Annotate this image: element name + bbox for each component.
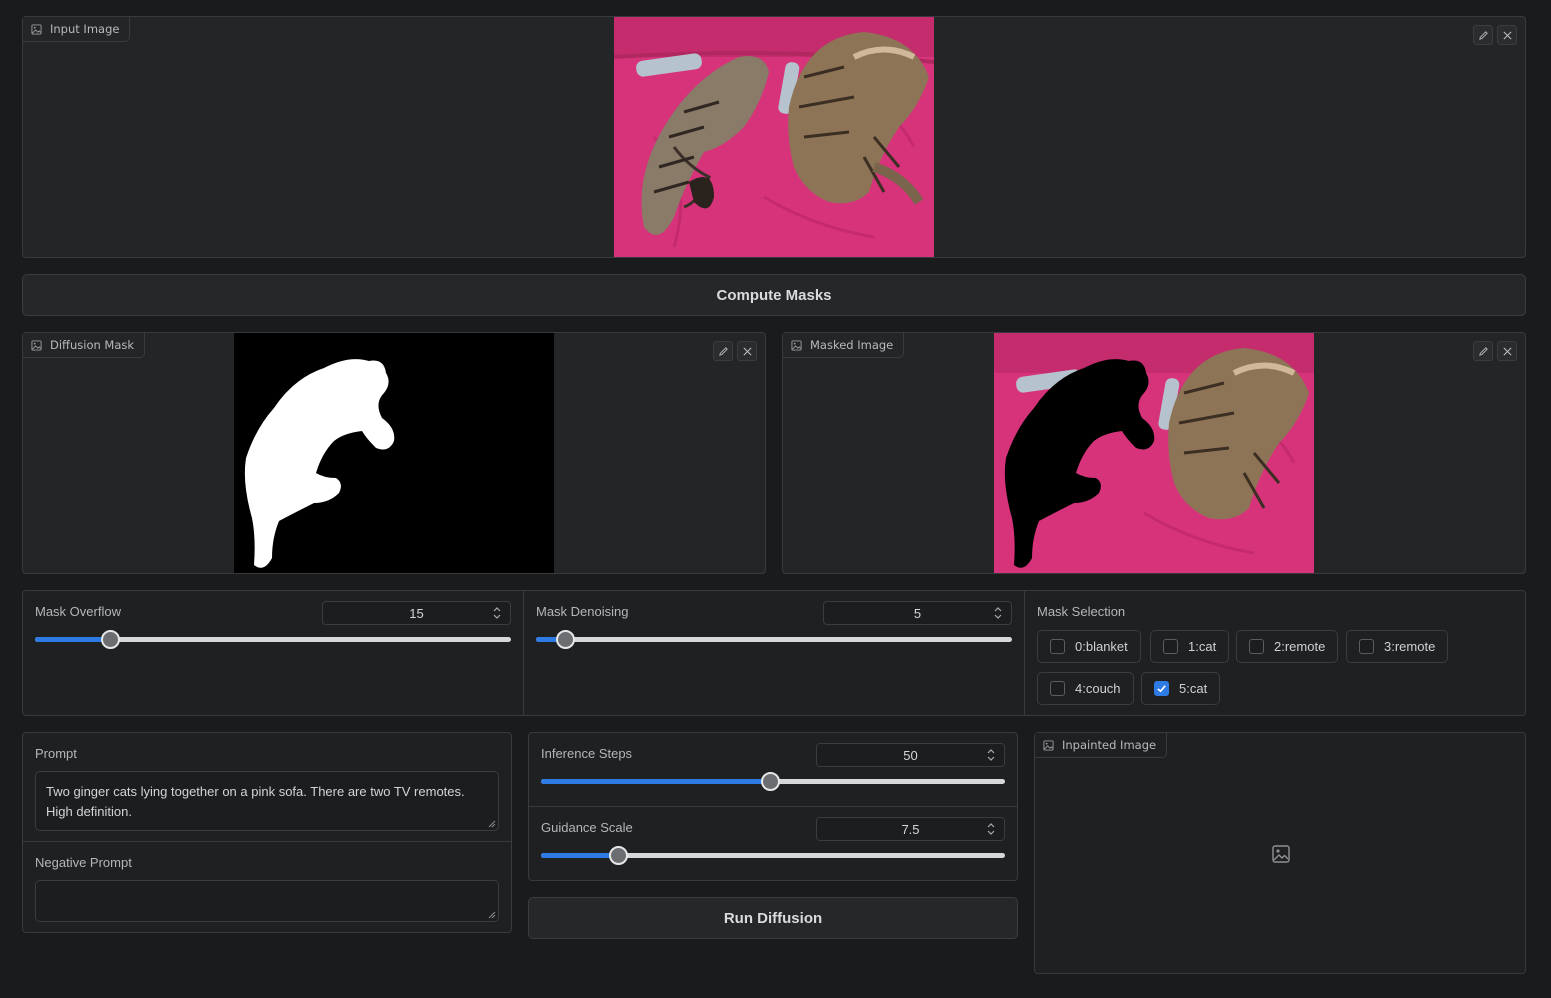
checkbox[interactable] — [1050, 681, 1065, 696]
mask-option-label: 2:remote — [1274, 639, 1326, 654]
edit-icon[interactable] — [713, 341, 733, 361]
mask-overflow-input[interactable]: 15 — [322, 601, 511, 625]
mask-option-2-remote[interactable]: 2:remote — [1236, 630, 1339, 663]
input-image-label: Input Image — [23, 17, 131, 42]
diffusion-mask-label-text: Diffusion Mask — [50, 338, 135, 352]
inference-steps-slider[interactable] — [541, 772, 1005, 791]
guidance-scale-value: 7.5 — [901, 821, 920, 837]
mask-option-label: 3:remote — [1384, 639, 1436, 654]
inpainted-image-label-text: Inpainted Image — [1062, 738, 1157, 752]
mask-photo — [234, 333, 554, 573]
mask-controls-panel: Mask Overflow 15 Mask Denoising 5 Mask S… — [22, 590, 1526, 716]
spinner-icon[interactable] — [986, 748, 996, 762]
mask-denoising-value: 5 — [913, 605, 922, 621]
diffusion-mask-panel[interactable]: Diffusion Mask — [22, 332, 766, 574]
negative-prompt-textarea[interactable] — [35, 880, 499, 922]
checkbox[interactable] — [1359, 639, 1374, 654]
prompt-panel: Prompt Two ginger cats lying together on… — [22, 732, 512, 933]
guidance-scale-label: Guidance Scale — [541, 820, 633, 835]
inference-steps-label: Inference Steps — [541, 746, 633, 761]
inference-steps-value: 50 — [903, 747, 918, 763]
image-icon — [791, 339, 802, 351]
image-icon — [31, 23, 42, 35]
close-icon[interactable] — [737, 341, 757, 361]
prompt-value: Two ginger cats lying together on a pink… — [46, 784, 465, 819]
mask-option-5-cat[interactable]: 5:cat — [1141, 672, 1221, 705]
close-icon[interactable] — [1497, 341, 1517, 361]
masked-image-label-text: Masked Image — [810, 338, 894, 352]
mask-selection-label: Mask Selection — [1037, 604, 1126, 619]
mask-option-3-remote[interactable]: 3:remote — [1346, 630, 1449, 663]
diffusion-mask-label: Diffusion Mask — [23, 333, 146, 358]
inference-steps-slider-thumb[interactable] — [761, 772, 781, 791]
masked-image-panel[interactable]: Masked Image — [782, 332, 1526, 574]
negative-prompt-label: Negative Prompt — [35, 855, 132, 870]
resize-handle-icon[interactable] — [488, 820, 496, 828]
mask-denoising-label: Mask Denoising — [536, 604, 629, 619]
input-photo — [614, 17, 934, 257]
checkmark-icon — [1157, 685, 1166, 693]
checkbox[interactable] — [1050, 639, 1065, 654]
close-icon[interactable] — [1497, 25, 1517, 45]
image-placeholder-icon — [1272, 845, 1290, 863]
mask-option-label: 0:blanket — [1075, 639, 1128, 654]
spinner-icon[interactable] — [993, 606, 1003, 620]
prompt-textarea[interactable]: Two ginger cats lying together on a pink… — [35, 771, 499, 831]
checkbox[interactable] — [1249, 639, 1264, 654]
mask-option-label: 1:cat — [1188, 639, 1217, 654]
compute-masks-button[interactable]: Compute Masks — [22, 274, 1526, 316]
input-image-panel[interactable]: Input Image — [22, 16, 1526, 258]
spinner-icon[interactable] — [986, 822, 996, 836]
mask-option-0-blanket[interactable]: 0:blanket — [1037, 630, 1141, 663]
inference-steps-input[interactable]: 50 — [816, 743, 1005, 767]
mask-denoising-slider-thumb[interactable] — [556, 630, 576, 649]
spinner-icon[interactable] — [492, 606, 502, 620]
guidance-scale-input[interactable]: 7.5 — [816, 817, 1005, 841]
edit-icon[interactable] — [1473, 341, 1493, 361]
prompt-label: Prompt — [35, 746, 77, 761]
mask-overflow-slider[interactable] — [35, 630, 511, 649]
mask-overflow-label: Mask Overflow — [35, 604, 121, 619]
run-diffusion-button[interactable]: Run Diffusion — [528, 897, 1018, 939]
image-icon — [1043, 739, 1054, 751]
mask-option-label: 5:cat — [1179, 681, 1208, 696]
resize-handle-icon[interactable] — [488, 911, 496, 919]
edit-icon[interactable] — [1473, 25, 1493, 45]
checkbox[interactable] — [1163, 639, 1178, 654]
inpainted-image-panel[interactable]: Inpainted Image — [1034, 732, 1526, 974]
mask-denoising-slider[interactable] — [536, 630, 1012, 649]
input-image-label-text: Input Image — [50, 22, 120, 36]
mask-option-4-couch[interactable]: 4:couch — [1037, 672, 1134, 705]
inpainted-image-label: Inpainted Image — [1035, 733, 1168, 758]
mask-denoising-input[interactable]: 5 — [823, 601, 1012, 625]
masked-photo — [994, 333, 1314, 573]
mask-option-label: 4:couch — [1075, 681, 1121, 696]
guidance-scale-slider[interactable] — [541, 846, 1005, 865]
masked-image-label: Masked Image — [783, 333, 905, 358]
mask-overflow-value: 15 — [409, 605, 424, 621]
mask-overflow-slider-thumb[interactable] — [101, 630, 121, 649]
checkbox-checked[interactable] — [1154, 681, 1169, 696]
mask-option-1-cat[interactable]: 1:cat — [1150, 630, 1230, 663]
image-icon — [31, 339, 42, 351]
guidance-scale-slider-thumb[interactable] — [609, 846, 629, 865]
diffusion-params-panel: Inference Steps 50 Guidance Scale 7.5 — [528, 732, 1018, 881]
